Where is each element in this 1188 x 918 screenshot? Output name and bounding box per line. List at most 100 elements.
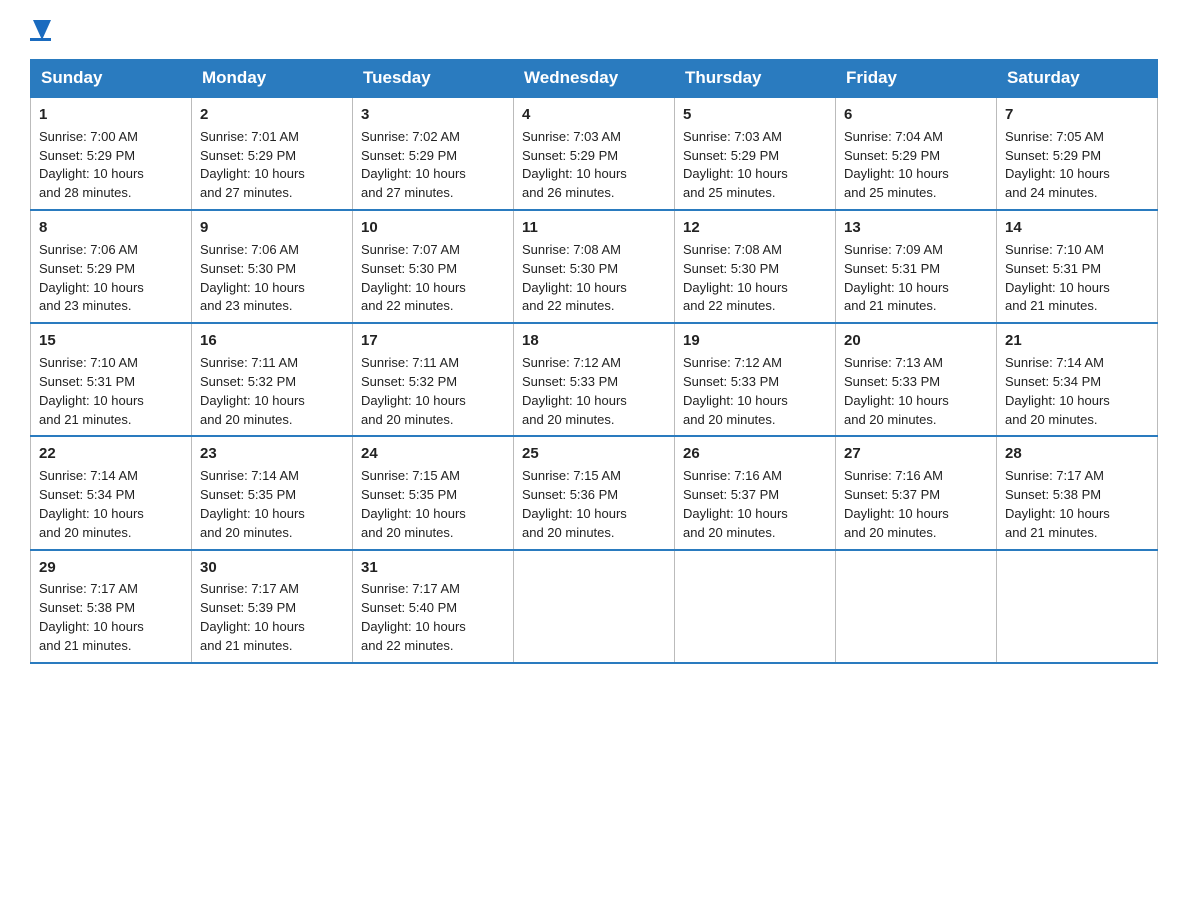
day-number: 22: [39, 443, 183, 465]
weekday-header-thursday: Thursday: [675, 60, 836, 98]
calendar-cell: 17 Sunrise: 7:11 AMSunset: 5:32 PMDaylig…: [353, 323, 514, 436]
day-number: 27: [844, 443, 988, 465]
calendar-cell: 12 Sunrise: 7:08 AMSunset: 5:30 PMDaylig…: [675, 210, 836, 323]
calendar-cell: [997, 550, 1158, 663]
day-number: 8: [39, 217, 183, 239]
day-number: 31: [361, 557, 505, 579]
calendar-cell: 14 Sunrise: 7:10 AMSunset: 5:31 PMDaylig…: [997, 210, 1158, 323]
calendar-cell: 26 Sunrise: 7:16 AMSunset: 5:37 PMDaylig…: [675, 436, 836, 549]
day-number: 2: [200, 104, 344, 126]
day-sunrise: Sunrise: 7:11 AMSunset: 5:32 PMDaylight:…: [200, 355, 305, 427]
calendar-cell: 6 Sunrise: 7:04 AMSunset: 5:29 PMDayligh…: [836, 97, 997, 210]
day-number: 30: [200, 557, 344, 579]
day-number: 11: [522, 217, 666, 239]
day-sunrise: Sunrise: 7:12 AMSunset: 5:33 PMDaylight:…: [683, 355, 788, 427]
day-sunrise: Sunrise: 7:13 AMSunset: 5:33 PMDaylight:…: [844, 355, 949, 427]
day-sunrise: Sunrise: 7:07 AMSunset: 5:30 PMDaylight:…: [361, 242, 466, 314]
calendar-cell: [514, 550, 675, 663]
day-number: 3: [361, 104, 505, 126]
day-number: 15: [39, 330, 183, 352]
day-number: 25: [522, 443, 666, 465]
day-sunrise: Sunrise: 7:15 AMSunset: 5:36 PMDaylight:…: [522, 468, 627, 540]
day-number: 17: [361, 330, 505, 352]
calendar-cell: 3 Sunrise: 7:02 AMSunset: 5:29 PMDayligh…: [353, 97, 514, 210]
calendar-cell: 7 Sunrise: 7:05 AMSunset: 5:29 PMDayligh…: [997, 97, 1158, 210]
day-number: 10: [361, 217, 505, 239]
day-sunrise: Sunrise: 7:17 AMSunset: 5:38 PMDaylight:…: [39, 581, 144, 653]
day-number: 14: [1005, 217, 1149, 239]
calendar-week-2: 8 Sunrise: 7:06 AMSunset: 5:29 PMDayligh…: [31, 210, 1158, 323]
day-sunrise: Sunrise: 7:17 AMSunset: 5:39 PMDaylight:…: [200, 581, 305, 653]
day-number: 7: [1005, 104, 1149, 126]
calendar-cell: 30 Sunrise: 7:17 AMSunset: 5:39 PMDaylig…: [192, 550, 353, 663]
logo-underline: [30, 38, 51, 41]
day-number: 18: [522, 330, 666, 352]
logo-row1: [30, 20, 51, 40]
calendar-cell: 13 Sunrise: 7:09 AMSunset: 5:31 PMDaylig…: [836, 210, 997, 323]
calendar-cell: 23 Sunrise: 7:14 AMSunset: 5:35 PMDaylig…: [192, 436, 353, 549]
day-number: 5: [683, 104, 827, 126]
day-sunrise: Sunrise: 7:15 AMSunset: 5:35 PMDaylight:…: [361, 468, 466, 540]
calendar-cell: [836, 550, 997, 663]
calendar-cell: 4 Sunrise: 7:03 AMSunset: 5:29 PMDayligh…: [514, 97, 675, 210]
day-sunrise: Sunrise: 7:03 AMSunset: 5:29 PMDaylight:…: [683, 129, 788, 201]
day-sunrise: Sunrise: 7:03 AMSunset: 5:29 PMDaylight:…: [522, 129, 627, 201]
day-sunrise: Sunrise: 7:16 AMSunset: 5:37 PMDaylight:…: [683, 468, 788, 540]
calendar-cell: 1 Sunrise: 7:00 AMSunset: 5:29 PMDayligh…: [31, 97, 192, 210]
calendar-cell: 19 Sunrise: 7:12 AMSunset: 5:33 PMDaylig…: [675, 323, 836, 436]
day-sunrise: Sunrise: 7:16 AMSunset: 5:37 PMDaylight:…: [844, 468, 949, 540]
calendar-week-4: 22 Sunrise: 7:14 AMSunset: 5:34 PMDaylig…: [31, 436, 1158, 549]
weekday-header-monday: Monday: [192, 60, 353, 98]
calendar-cell: 22 Sunrise: 7:14 AMSunset: 5:34 PMDaylig…: [31, 436, 192, 549]
calendar-table: SundayMondayTuesdayWednesdayThursdayFrid…: [30, 59, 1158, 664]
calendar-cell: [675, 550, 836, 663]
day-number: 24: [361, 443, 505, 465]
day-sunrise: Sunrise: 7:17 AMSunset: 5:40 PMDaylight:…: [361, 581, 466, 653]
day-sunrise: Sunrise: 7:10 AMSunset: 5:31 PMDaylight:…: [39, 355, 144, 427]
weekday-header-friday: Friday: [836, 60, 997, 98]
weekday-header-saturday: Saturday: [997, 60, 1158, 98]
day-sunrise: Sunrise: 7:01 AMSunset: 5:29 PMDaylight:…: [200, 129, 305, 201]
day-sunrise: Sunrise: 7:12 AMSunset: 5:33 PMDaylight:…: [522, 355, 627, 427]
day-number: 23: [200, 443, 344, 465]
day-number: 29: [39, 557, 183, 579]
calendar-cell: 15 Sunrise: 7:10 AMSunset: 5:31 PMDaylig…: [31, 323, 192, 436]
day-number: 16: [200, 330, 344, 352]
calendar-cell: 27 Sunrise: 7:16 AMSunset: 5:37 PMDaylig…: [836, 436, 997, 549]
day-sunrise: Sunrise: 7:08 AMSunset: 5:30 PMDaylight:…: [683, 242, 788, 314]
calendar-cell: 21 Sunrise: 7:14 AMSunset: 5:34 PMDaylig…: [997, 323, 1158, 436]
day-sunrise: Sunrise: 7:11 AMSunset: 5:32 PMDaylight:…: [361, 355, 466, 427]
calendar-cell: 24 Sunrise: 7:15 AMSunset: 5:35 PMDaylig…: [353, 436, 514, 549]
day-sunrise: Sunrise: 7:14 AMSunset: 5:34 PMDaylight:…: [1005, 355, 1110, 427]
day-sunrise: Sunrise: 7:14 AMSunset: 5:34 PMDaylight:…: [39, 468, 144, 540]
calendar-cell: 16 Sunrise: 7:11 AMSunset: 5:32 PMDaylig…: [192, 323, 353, 436]
day-number: 21: [1005, 330, 1149, 352]
logo: [30, 20, 51, 41]
calendar-cell: 9 Sunrise: 7:06 AMSunset: 5:30 PMDayligh…: [192, 210, 353, 323]
day-number: 1: [39, 104, 183, 126]
day-number: 4: [522, 104, 666, 126]
day-number: 19: [683, 330, 827, 352]
calendar-cell: 25 Sunrise: 7:15 AMSunset: 5:36 PMDaylig…: [514, 436, 675, 549]
day-sunrise: Sunrise: 7:14 AMSunset: 5:35 PMDaylight:…: [200, 468, 305, 540]
day-number: 13: [844, 217, 988, 239]
calendar-cell: 29 Sunrise: 7:17 AMSunset: 5:38 PMDaylig…: [31, 550, 192, 663]
weekday-header-wednesday: Wednesday: [514, 60, 675, 98]
calendar-cell: 8 Sunrise: 7:06 AMSunset: 5:29 PMDayligh…: [31, 210, 192, 323]
day-sunrise: Sunrise: 7:02 AMSunset: 5:29 PMDaylight:…: [361, 129, 466, 201]
day-sunrise: Sunrise: 7:06 AMSunset: 5:30 PMDaylight:…: [200, 242, 305, 314]
day-number: 26: [683, 443, 827, 465]
calendar-cell: 20 Sunrise: 7:13 AMSunset: 5:33 PMDaylig…: [836, 323, 997, 436]
calendar-body: 1 Sunrise: 7:00 AMSunset: 5:29 PMDayligh…: [31, 97, 1158, 663]
day-sunrise: Sunrise: 7:09 AMSunset: 5:31 PMDaylight:…: [844, 242, 949, 314]
weekday-header-tuesday: Tuesday: [353, 60, 514, 98]
calendar-header: SundayMondayTuesdayWednesdayThursdayFrid…: [31, 60, 1158, 98]
calendar-cell: 18 Sunrise: 7:12 AMSunset: 5:33 PMDaylig…: [514, 323, 675, 436]
day-number: 28: [1005, 443, 1149, 465]
calendar-cell: 5 Sunrise: 7:03 AMSunset: 5:29 PMDayligh…: [675, 97, 836, 210]
calendar-cell: 28 Sunrise: 7:17 AMSunset: 5:38 PMDaylig…: [997, 436, 1158, 549]
weekday-header-row: SundayMondayTuesdayWednesdayThursdayFrid…: [31, 60, 1158, 98]
calendar-week-5: 29 Sunrise: 7:17 AMSunset: 5:38 PMDaylig…: [31, 550, 1158, 663]
day-number: 6: [844, 104, 988, 126]
calendar-week-3: 15 Sunrise: 7:10 AMSunset: 5:31 PMDaylig…: [31, 323, 1158, 436]
